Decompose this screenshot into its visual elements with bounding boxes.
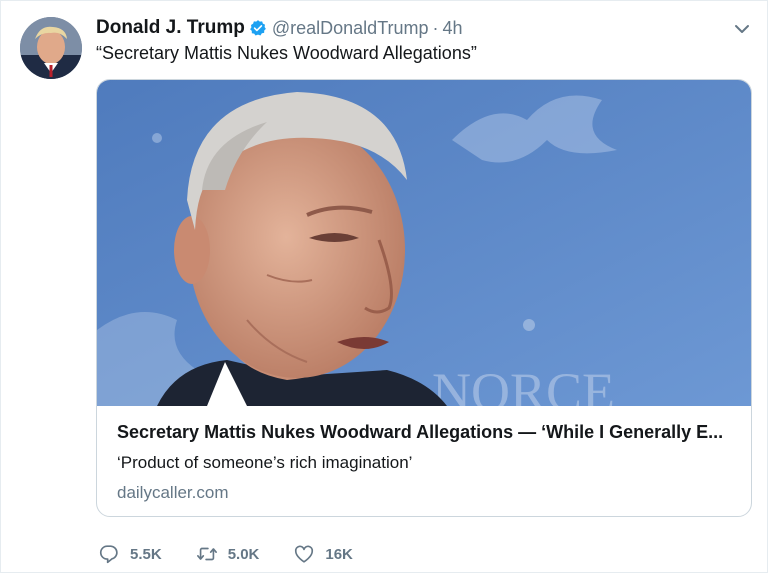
retweet-button[interactable]: 5.0K bbox=[196, 543, 260, 565]
link-card[interactable]: NORCE Secretary Mattis Nukes Woodward Al… bbox=[96, 79, 752, 517]
heart-icon bbox=[295, 545, 314, 563]
author-name[interactable]: Donald J. Trump bbox=[96, 17, 245, 39]
tweet-header: Donald J. Trump @realDonaldTrump · 4h bbox=[96, 15, 463, 41]
reply-count: 5.5K bbox=[130, 545, 162, 563]
reply-icon bbox=[99, 545, 118, 564]
retweet-count: 5.0K bbox=[227, 545, 260, 563]
card-description: ‘Product of someone’s rich imagination’ bbox=[117, 453, 413, 472]
card-domain[interactable]: dailycaller.com bbox=[117, 483, 737, 503]
chevron-down-icon[interactable] bbox=[734, 21, 750, 37]
like-button[interactable]: 16K bbox=[293, 543, 353, 565]
avatar[interactable] bbox=[20, 17, 82, 79]
separator-dot: · bbox=[432, 17, 439, 38]
card-body: Secretary Mattis Nukes Woodward Allegati… bbox=[117, 422, 737, 503]
tweet-container[interactable]: Donald J. Trump @realDonaldTrump · 4h “S… bbox=[0, 0, 768, 573]
retweet-icon bbox=[196, 547, 217, 561]
tweet-actions: 5.5K 5.0K 16K bbox=[98, 541, 387, 567]
like-count: 16K bbox=[325, 545, 353, 563]
card-title[interactable]: Secretary Mattis Nukes Woodward Allegati… bbox=[117, 422, 737, 443]
tweet-text: “Secretary Mattis Nukes Woodward Allegat… bbox=[96, 43, 477, 63]
svg-text:NORCE: NORCE bbox=[432, 362, 615, 406]
card-image: NORCE bbox=[97, 80, 751, 406]
author-handle[interactable]: @realDonaldTrump bbox=[272, 18, 429, 39]
reply-button[interactable]: 5.5K bbox=[98, 543, 162, 565]
tweet-timestamp[interactable]: 4h bbox=[443, 18, 463, 39]
verified-badge-icon bbox=[249, 20, 266, 36]
